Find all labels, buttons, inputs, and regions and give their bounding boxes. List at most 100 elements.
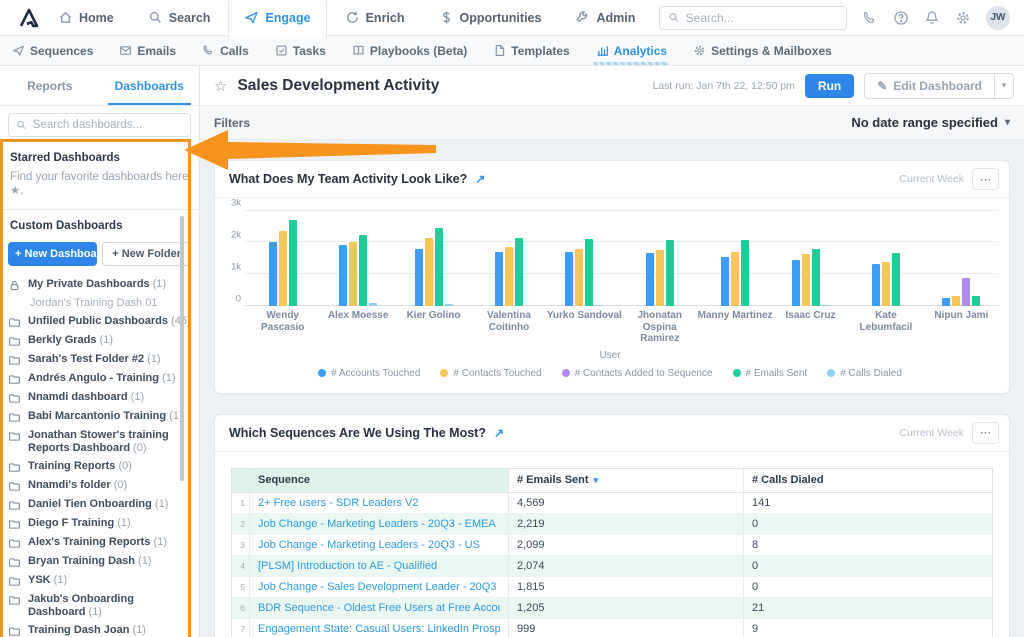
folder-item[interactable]: My Private Dashboards (1) [8, 276, 193, 295]
bar [872, 264, 880, 306]
folder-item[interactable]: Training Dash Joan (1) [8, 622, 193, 637]
app-logo-icon[interactable] [18, 7, 40, 29]
panel-menu-button[interactable]: ⋯ [972, 168, 999, 190]
folder-icon [8, 556, 22, 569]
user-avatar[interactable]: JW [986, 6, 1010, 30]
folder-item[interactable]: Andrés Angulo - Training (1) [8, 370, 193, 389]
sequence-cell: BDR Sequence - Oldest Free Users at Free… [250, 598, 509, 619]
subnav-playbooks[interactable]: Playbooks (Beta) [352, 36, 467, 65]
folder-item[interactable]: Diego F Training (1) [8, 515, 193, 534]
table-row: 4[PLSM] Introduction to AE - Qualified2,… [232, 556, 992, 577]
legend-dot [733, 369, 741, 377]
folder-item[interactable]: Daniel Tien Onboarding (1) [8, 496, 193, 515]
sequence-link[interactable]: Job Change - Marketing Leaders - 20Q3 - … [258, 518, 496, 530]
nav-item-admin[interactable]: Admin [573, 6, 637, 29]
sequence-link[interactable]: 2+ Free users - SDR Leaders V2 [258, 497, 419, 509]
folder-item[interactable]: Nnamdi's folder (0) [8, 477, 193, 496]
subnav-sequences[interactable]: Sequences [12, 36, 93, 65]
run-button[interactable]: Run [805, 74, 854, 98]
subnav-tasks[interactable]: Tasks [275, 36, 326, 65]
sequence-link[interactable]: Job Change - Marketing Leaders - 20Q3 - … [258, 539, 480, 551]
nav-item-engage[interactable]: Engage [242, 6, 312, 29]
folder-item[interactable]: Jonathan Stower's training Reports Dashb… [8, 427, 193, 458]
calls-dialed-cell: 141 [744, 493, 992, 514]
ellipsis-icon: ⋯ [980, 173, 991, 186]
dashboard-search-box[interactable] [8, 113, 191, 137]
sequence-link[interactable]: Job Change - Sales Development Leader - … [258, 581, 500, 593]
folder-count: (1) [150, 278, 167, 290]
global-search-box[interactable] [659, 6, 847, 30]
external-link-icon[interactable]: ↗ [475, 172, 485, 186]
sidebar-scrollbar[interactable] [180, 216, 184, 481]
folder-item[interactable]: Alex's Training Reports (1) [8, 534, 193, 553]
sequence-link[interactable]: Engagement State: Casual Users: LinkedIn… [258, 623, 500, 635]
nav-item-search[interactable]: Search [146, 6, 213, 29]
legend-item[interactable]: # Contacts Touched [440, 368, 541, 379]
x-tick-label: Alex Moesse [320, 310, 395, 345]
bar-group [320, 210, 395, 306]
folder-item[interactable]: Berkly Grads (1) [8, 332, 193, 351]
global-search-input[interactable] [686, 11, 838, 25]
folder-item[interactable]: YSK (1) [8, 572, 193, 591]
folder-item[interactable]: Nnamdi dashboard (1) [8, 389, 193, 408]
help-icon[interactable] [893, 10, 909, 26]
subnav-emails[interactable]: Emails [119, 36, 176, 65]
folder-item[interactable]: Babi Marcantonio Training (1) [8, 408, 193, 427]
folder-item[interactable]: Jakub's Onboarding Dashboard (1) [8, 591, 193, 622]
nav-item-opportunities[interactable]: Opportunities [437, 6, 544, 29]
folder-item[interactable]: Bryan Training Dash (1) [8, 553, 193, 572]
folder-item[interactable]: Sarah's Test Folder #2 (1) [8, 351, 193, 370]
row-number: 3 [232, 535, 250, 556]
bar-group [697, 210, 772, 306]
phone-icon[interactable] [862, 10, 878, 26]
legend-item[interactable]: # Accounts Touched [318, 368, 420, 379]
gear-icon[interactable] [955, 10, 971, 26]
date-range-dropdown[interactable]: No date range specified ▾ [851, 115, 1010, 130]
new-folder-button[interactable]: + New Folder [102, 242, 191, 266]
nav-item-home[interactable]: Home [56, 6, 116, 29]
search-icon [668, 11, 680, 24]
folder-icon [8, 518, 22, 531]
custom-dashboards-header: Custom Dashboards [0, 212, 199, 236]
column-header-calls-dialed[interactable]: # Calls Dialed [744, 469, 992, 493]
legend-item[interactable]: # Emails Sent [733, 368, 808, 379]
tab-dashboards[interactable]: Dashboards [100, 66, 200, 105]
nav-item-enrich[interactable]: Enrich [343, 6, 407, 29]
bar [445, 304, 453, 306]
bar [269, 242, 277, 306]
column-header-sequence[interactable]: Sequence [250, 469, 509, 493]
calls-dialed-cell: 0 [744, 577, 992, 598]
subnav-templates[interactable]: Templates [493, 36, 569, 65]
sequence-link[interactable]: [PLSM] Introduction to AE - Qualified [258, 560, 437, 572]
bar [822, 305, 830, 306]
filters-label: Filters [214, 116, 250, 130]
subnav-settings-mailboxes[interactable]: Settings & Mailboxes [693, 36, 832, 65]
bar [595, 305, 603, 306]
legend-item[interactable]: # Contacts Added to Sequence [562, 368, 713, 379]
subnav-label: Sequences [30, 44, 93, 58]
row-number: 5 [232, 577, 250, 598]
emails-sent-cell: 999 [509, 619, 744, 637]
x-tick-label: Nipun Jami [924, 310, 999, 345]
tab-reports[interactable]: Reports [0, 66, 100, 105]
edit-dashboard-caret-button[interactable]: ▾ [994, 73, 1014, 99]
subnav-analytics[interactable]: Analytics [596, 36, 667, 65]
sequence-link[interactable]: BDR Sequence - Oldest Free Users at Free… [258, 602, 500, 614]
panel-menu-button[interactable]: ⋯ [972, 422, 999, 444]
subnav-calls[interactable]: Calls [202, 36, 249, 65]
legend-item[interactable]: # Calls Dialed [827, 368, 902, 379]
book-icon [352, 44, 365, 57]
chart-x-labels: Wendy PascasioAlex MoesseKier GolinoVale… [245, 306, 999, 345]
new-dashboard-button[interactable]: + New Dashboard [8, 242, 97, 266]
folder-item[interactable]: Unfiled Public Dashboards (46) [8, 313, 193, 332]
dashboard-search-input[interactable] [33, 119, 183, 131]
external-link-icon[interactable]: ↗ [494, 426, 504, 440]
column-header-emails-sent[interactable]: # Emails Sent▾ [509, 469, 744, 493]
sequence-cell: Job Change - Marketing Leaders - 20Q3 - … [250, 514, 509, 535]
folder-icon [8, 316, 22, 329]
star-outline-icon[interactable]: ☆ [214, 77, 227, 95]
bell-icon[interactable] [924, 10, 940, 26]
edit-dashboard-button[interactable]: ✎ Edit Dashboard [864, 73, 994, 99]
dashboard-item[interactable]: Jordan's Training Dash 01 [8, 295, 193, 313]
folder-item[interactable]: Training Reports (0) [8, 458, 193, 477]
